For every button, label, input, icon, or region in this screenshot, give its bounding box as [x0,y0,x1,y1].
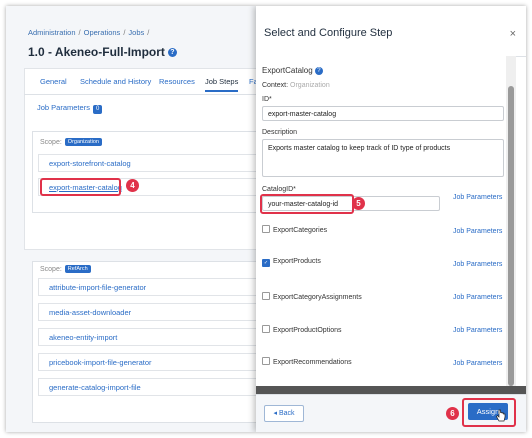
step-attribute-import-file-generator[interactable]: attribute-import-file-generator [38,278,262,296]
scope-badge: Organization [64,138,102,146]
configure-step-modal: Select and Configure Step × ExportCatalo… [256,6,526,432]
annotation-badge-6: 6 [446,407,459,420]
checkbox-export-products[interactable]: ✓ ExportProducts [262,258,321,267]
close-icon[interactable]: × [510,28,516,40]
job-parameters-count: 0 [92,105,103,114]
catalogid-label: CatalogID* [262,186,296,193]
tab-schedule-history[interactable]: Schedule and History [80,77,151,86]
screenshot-frame: Administration / Operations / Jobs/ 1.0 - Ak… [6,6,526,432]
highlight-box [40,178,121,196]
checkbox-icon[interactable] [262,325,270,333]
tab-divider [24,94,264,95]
annotation-badge-4: 4 [126,179,139,192]
context-line: Context: Organization [262,82,330,89]
checkbox-label: ExportCategories [273,227,328,234]
checkbox-label: ExportCategoryAssignments [273,294,362,301]
tab-general[interactable]: General [40,77,67,86]
page-title: 1.0 - Akeneo-Full-Import? [28,45,177,59]
scope-label: Scope: [40,266,62,273]
back-button[interactable]: ◂ Back [264,405,304,422]
modal-body: ExportCatalog ? Context: Organization ID… [256,56,506,386]
context-label: Context: [262,82,289,89]
job-parameters-label: Job Parameters [37,103,90,112]
checkbox-checked-icon[interactable]: ✓ [262,259,270,267]
hand-cursor-icon [496,409,506,422]
checkbox-export-recommendations[interactable]: ExportRecommendations [262,357,352,366]
checkbox-label: ExportProductOptions [273,327,342,334]
modal-title: Select and Configure Step [264,27,393,39]
annotation-badge-5: 5 [352,197,365,210]
context-value: Organization [290,82,330,89]
checkbox-icon[interactable] [262,357,270,365]
checkbox-export-categories[interactable]: ExportCategories [262,225,327,234]
checkbox-export-product-options[interactable]: ExportProductOptions [262,325,341,334]
info-icon[interactable]: ? [314,67,323,75]
step-generate-catalog-import-file[interactable]: generate-catalog-import-file [38,378,262,396]
breadcrumb: Administration / Operations / Jobs / [28,28,150,37]
scrollbar-thumb[interactable] [508,86,514,386]
info-icon[interactable]: ? [167,48,177,57]
breadcrumb-jobs[interactable]: Jobs [128,28,144,37]
page-title-text: 1.0 - Akeneo-Full-Import [28,45,165,59]
job-parameters-link[interactable]: Job Parameters [453,327,502,334]
breadcrumb-administration[interactable]: Administration [28,28,76,37]
checkbox-icon[interactable] [262,225,270,233]
id-field[interactable]: export-master-catalog [262,106,504,121]
modal-footer: ◂ Back Assign 6 [256,394,526,432]
step-export-storefront-catalog[interactable]: export-storefront-catalog [38,154,262,172]
checkbox-icon[interactable] [262,292,270,300]
step-name-text: ExportCatalog [262,66,313,75]
scope-refarch-header: Scope: RefArch [40,265,91,273]
scope-org-header: Scope: Organization [40,138,102,146]
job-parameters-link[interactable]: Job Parameters 0 [37,103,103,114]
step-pricebook-import-file-generator[interactable]: pricebook-import-file-generator [38,353,262,371]
modal-body-bottom-bar [256,386,526,394]
job-parameters-link[interactable]: Job Parameters [453,360,502,367]
checkbox-export-category-assignments[interactable]: ExportCategoryAssignments [262,292,362,301]
checkbox-label: ExportRecommendations [273,359,352,366]
tab-job-steps[interactable]: Job Steps [205,77,239,92]
description-label: Description [262,129,298,136]
job-parameters-link[interactable]: Job Parameters [453,294,502,301]
id-label: ID* [262,96,272,103]
step-name: ExportCatalog ? [262,66,323,75]
scope-label: Scope: [40,139,62,146]
scope-badge: RefArch [64,265,91,273]
job-parameters-link[interactable]: Job Parameters [453,228,502,235]
tab-resources[interactable]: Resources [159,77,195,86]
description-field[interactable]: Exports master catalog to keep track of … [262,139,504,177]
step-akeneo-entity-import[interactable]: akeneo-entity-import [38,328,262,346]
checkbox-label: ExportProducts [273,258,321,265]
step-media-asset-downloader[interactable]: media-asset-downloader [38,303,262,321]
breadcrumb-operations[interactable]: Operations [84,28,121,37]
job-parameters-link[interactable]: Job Parameters [453,261,502,268]
catalogid-job-parameters-link[interactable]: Job Parameters [453,194,502,201]
highlight-box [260,194,354,214]
